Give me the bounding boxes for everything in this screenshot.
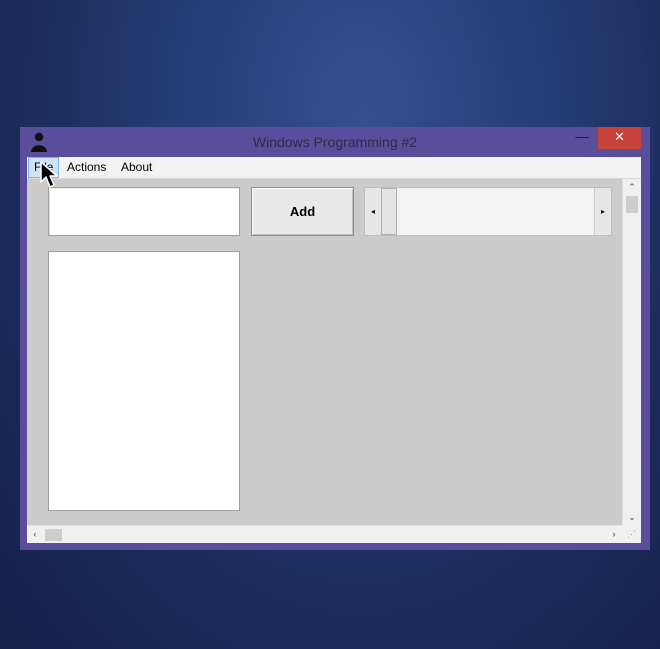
horizontal-scrollbar-control[interactable]: ◂ ▸: [364, 187, 612, 236]
title-bar[interactable]: Windows Programming #2 — ☐ ✕: [20, 127, 650, 157]
scroll-left-icon[interactable]: ‹: [27, 526, 43, 543]
size-grip-icon[interactable]: ⋰: [622, 525, 641, 543]
scroll-down-arrow-icon[interactable]: ⌄: [623, 509, 641, 525]
arrow-cursor-icon: [40, 161, 58, 188]
scroll-right-arrow-icon[interactable]: ▸: [594, 188, 611, 235]
list-box[interactable]: [48, 251, 240, 511]
add-button[interactable]: Add: [251, 187, 354, 236]
scroll-left-arrow-icon[interactable]: ◂: [365, 188, 382, 235]
text-input[interactable]: [48, 187, 240, 236]
client-area: Add ◂ ▸: [27, 179, 622, 525]
scrollbar-thumb[interactable]: [381, 188, 397, 235]
scroll-right-icon[interactable]: ›: [606, 526, 622, 543]
window-vertical-scrollbar[interactable]: ⌃ ⌄: [622, 179, 641, 525]
menu-bar: File Actions About: [27, 157, 641, 179]
horizontal-scroll-thumb[interactable]: [45, 529, 62, 541]
vertical-scroll-thumb[interactable]: [626, 196, 638, 213]
menu-actions[interactable]: Actions: [62, 157, 111, 177]
app-window: Windows Programming #2 — ☐ ✕ File Action…: [20, 127, 650, 550]
menu-about[interactable]: About: [116, 157, 157, 177]
close-button[interactable]: ✕: [598, 127, 641, 149]
minimize-button[interactable]: —: [568, 127, 596, 149]
window-title: Windows Programming #2: [252, 134, 418, 150]
window-horizontal-scrollbar[interactable]: ‹ ›: [27, 525, 622, 543]
scroll-up-arrow-icon[interactable]: ⌃: [623, 179, 641, 195]
